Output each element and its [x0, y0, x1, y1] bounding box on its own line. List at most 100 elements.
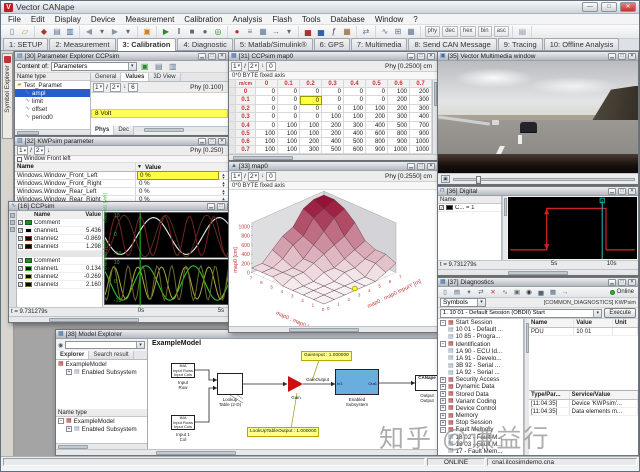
- map-cell[interactable]: 600: [344, 146, 366, 154]
- index-value-box[interactable]: 0: [266, 62, 276, 71]
- channel-checkbox[interactable]: ✓: [18, 244, 23, 249]
- database-icon[interactable]: ▤: [51, 26, 63, 37]
- video-slider-thumb[interactable]: [476, 176, 481, 184]
- expand-icon[interactable]: +: [440, 398, 446, 404]
- map-cell[interactable]: 100: [256, 146, 278, 154]
- minimize-button[interactable]: —: [582, 2, 598, 12]
- tab-8-send-can-message[interactable]: 8: Send CAN Message: [408, 38, 496, 50]
- scope-plot-panel[interactable]: 100-10channel1 [Volt]: [104, 212, 236, 258]
- link-icon[interactable]: →: [270, 26, 282, 37]
- tab-7-multimedia[interactable]: 7: Multimedia: [351, 38, 408, 50]
- tab-3-calibration[interactable]: 3: Calibration: [117, 38, 177, 51]
- diag-grid-icon[interactable]: ▦: [548, 288, 558, 297]
- expand-icon[interactable]: −: [440, 320, 446, 326]
- copy-page-icon[interactable]: ▤: [516, 26, 528, 37]
- digital-plot[interactable]: [508, 197, 637, 259]
- win33-close-button[interactable]: ✕: [427, 163, 435, 170]
- map-cell[interactable]: 0: [300, 88, 322, 96]
- tree-item[interactable]: ▦ExampleModel: [56, 360, 147, 368]
- map-cell[interactable]: 900: [388, 138, 410, 146]
- map-col-header[interactable]: 0.7: [410, 80, 432, 88]
- map-col-header[interactable]: 0: [256, 80, 278, 88]
- chart-blue-icon[interactable]: ▅: [315, 26, 327, 37]
- menu-file[interactable]: File: [3, 15, 26, 24]
- diag-copy-icon[interactable]: ▤: [452, 288, 462, 297]
- column-header[interactable]: Name: [529, 319, 574, 327]
- param-tab-general[interactable]: General: [91, 73, 121, 81]
- value-stepper[interactable]: ▲▼: [220, 173, 227, 179]
- expand-icon[interactable]: −: [58, 418, 64, 424]
- win36-minimize-button[interactable]: ▁: [608, 188, 616, 195]
- chart-red-icon[interactable]: ▅: [302, 26, 314, 37]
- index-spinner-a[interactable]: 1▾: [17, 146, 28, 155]
- map-row-header[interactable]: 0.1: [236, 96, 256, 105]
- map-cell[interactable]: 200: [410, 88, 432, 96]
- map-col-header[interactable]: 0.4: [344, 80, 366, 88]
- parameter-name-cell[interactable]: Windows.Window_Rear_Left: [15, 188, 136, 195]
- format-asc-button[interactable]: asc: [494, 26, 509, 37]
- log-row[interactable]: [11:04:35]Data elements m...: [529, 408, 638, 416]
- map-cell[interactable]: 0: [278, 105, 300, 113]
- tree-item[interactable]: ▤10 85 - Progra...: [438, 333, 523, 340]
- tree-item[interactable]: ∿ampl: [15, 89, 90, 97]
- video-display[interactable]: [438, 61, 638, 173]
- map-cell[interactable]: 0: [322, 96, 344, 105]
- map-row-header[interactable]: 0: [236, 88, 256, 96]
- format-bin-button[interactable]: bin: [478, 26, 492, 37]
- tree-item[interactable]: −▦Start Session: [438, 319, 523, 326]
- tree-item[interactable]: +▦Device Control: [438, 405, 523, 412]
- map-col-header[interactable]: 0.5: [366, 80, 388, 88]
- win35-close-button[interactable]: ✕: [628, 53, 636, 60]
- win33-minimize-button[interactable]: ▁: [407, 163, 415, 170]
- model-tab-search-result[interactable]: Search result: [89, 351, 133, 359]
- service-select[interactable]: 1. 10 01 - Default Session (OBDII) Start…: [440, 309, 602, 318]
- forward-icon[interactable]: ▶: [109, 26, 121, 37]
- expand-icon[interactable]: +: [440, 377, 446, 383]
- video-save-icon[interactable]: ▣: [441, 175, 450, 183]
- tree-item[interactable]: +▦Dynamic Data: [438, 383, 523, 390]
- parameter-value-cell[interactable]: 8 Volt: [91, 109, 228, 118]
- digital-hscroll[interactable]: [438, 269, 638, 275]
- content-of-select[interactable]: Parameters▾: [51, 62, 137, 71]
- format-dec-button[interactable]: dec: [442, 26, 458, 37]
- map-cell[interactable]: 0: [256, 96, 278, 105]
- param-add-icon[interactable]: ▣: [139, 61, 151, 72]
- map-cell[interactable]: 100: [344, 105, 366, 113]
- new-file-icon[interactable]: ▯: [6, 26, 18, 37]
- map-cell[interactable]: 100: [300, 122, 322, 130]
- diag-save-icon[interactable]: ▣: [512, 288, 522, 297]
- map-cell[interactable]: 900: [410, 130, 432, 138]
- map-col-header[interactable]: 0.3: [322, 80, 344, 88]
- map-col-header[interactable]: 0.6: [388, 80, 410, 88]
- map-cell[interactable]: 300: [388, 113, 410, 121]
- video-position-slider[interactable]: [453, 178, 635, 181]
- map-hscroll[interactable]: [229, 154, 437, 160]
- flash-icon[interactable]: ◆: [38, 26, 50, 37]
- channel-checkbox[interactable]: ✓: [18, 274, 23, 279]
- tree-item[interactable]: +▤Enabled Subsystem: [56, 368, 147, 376]
- tab-10-offline-analysis[interactable]: 10: Offline Analysis: [544, 38, 620, 50]
- map-cell[interactable]: 100: [278, 122, 300, 130]
- tree-item[interactable]: ∿period0: [15, 113, 90, 121]
- parameter-value-cell[interactable]: 0 %▲▼: [136, 180, 228, 187]
- map-row-header[interactable]: 0.6: [236, 138, 256, 146]
- down-icon[interactable]: ↓: [261, 63, 264, 69]
- map-cell[interactable]: 0: [300, 105, 322, 113]
- map-cell[interactable]: 0: [366, 88, 388, 96]
- menu-device[interactable]: Device: [86, 15, 120, 24]
- down-icon[interactable]: ↓: [47, 148, 50, 154]
- index-spinner-a[interactable]: 1▾: [231, 172, 242, 181]
- tree-item[interactable]: ▤1A 91 - Develo...: [438, 355, 523, 362]
- tab-6-gps[interactable]: 6: GPS: [314, 38, 350, 50]
- map-cell[interactable]: 0: [344, 88, 366, 96]
- map-cell[interactable]: 0: [256, 122, 278, 130]
- menu-calibration[interactable]: Calibration: [179, 15, 227, 24]
- map-cell[interactable]: 500: [322, 146, 344, 154]
- go-online-icon[interactable]: ◎: [212, 26, 224, 37]
- index-spinner-a[interactable]: 1▾: [93, 83, 104, 92]
- menu-measurement[interactable]: Measurement: [120, 15, 179, 24]
- sync-icon[interactable]: ⇄: [360, 26, 372, 37]
- column-header[interactable]: Service/Value: [570, 391, 638, 399]
- diag-signal-icon[interactable]: ∿: [500, 288, 510, 297]
- format-hex-button[interactable]: hex: [460, 26, 476, 37]
